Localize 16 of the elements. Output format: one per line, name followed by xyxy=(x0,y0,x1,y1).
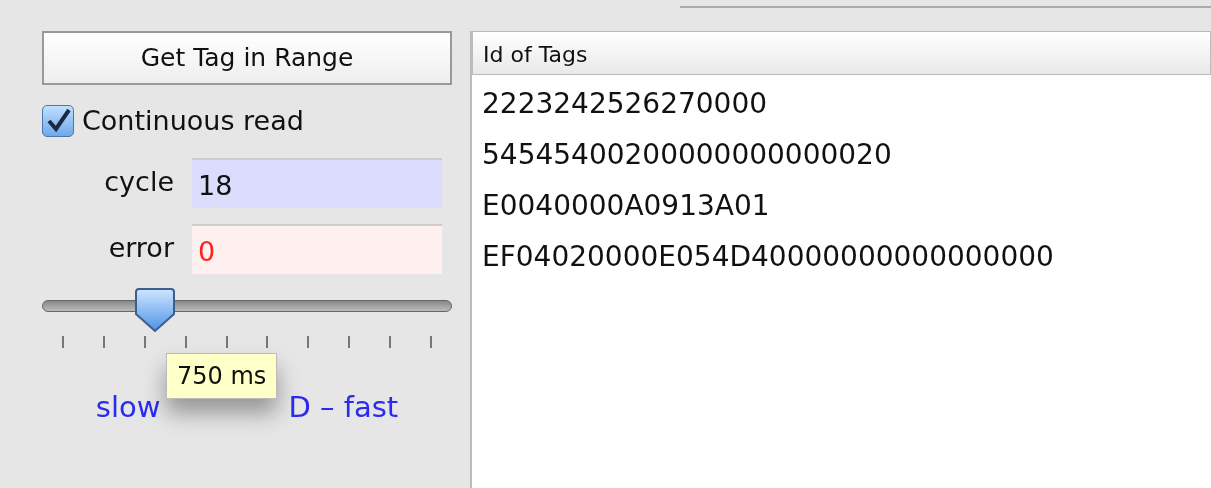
speed-label: slow xyxy=(95,388,161,426)
slider-thumb[interactable] xyxy=(134,287,175,332)
speed-slider[interactable] xyxy=(42,287,452,332)
checkbox[interactable] xyxy=(42,105,74,138)
tag-id-row[interactable]: EF04020000E054D40000000000000000 xyxy=(472,232,1211,283)
tag-id-row[interactable]: 54545400200000000000020 xyxy=(472,130,1211,181)
tag-id-row[interactable]: 2223242526270000 xyxy=(472,79,1211,130)
field-label: error xyxy=(107,231,175,266)
checkbox-label: Continuous read xyxy=(82,104,304,138)
column-header[interactable]: Id of Tags xyxy=(472,31,1211,75)
tooltip: 750 ms xyxy=(166,352,278,399)
value-field[interactable]: 18 xyxy=(192,157,442,208)
get-tag-button[interactable]: Get Tag in Range xyxy=(42,31,452,85)
tag-id-row[interactable]: E0040000A0913A01 xyxy=(472,181,1211,232)
speed-label: D – fast xyxy=(288,388,399,426)
field-label: cycle xyxy=(103,165,175,200)
